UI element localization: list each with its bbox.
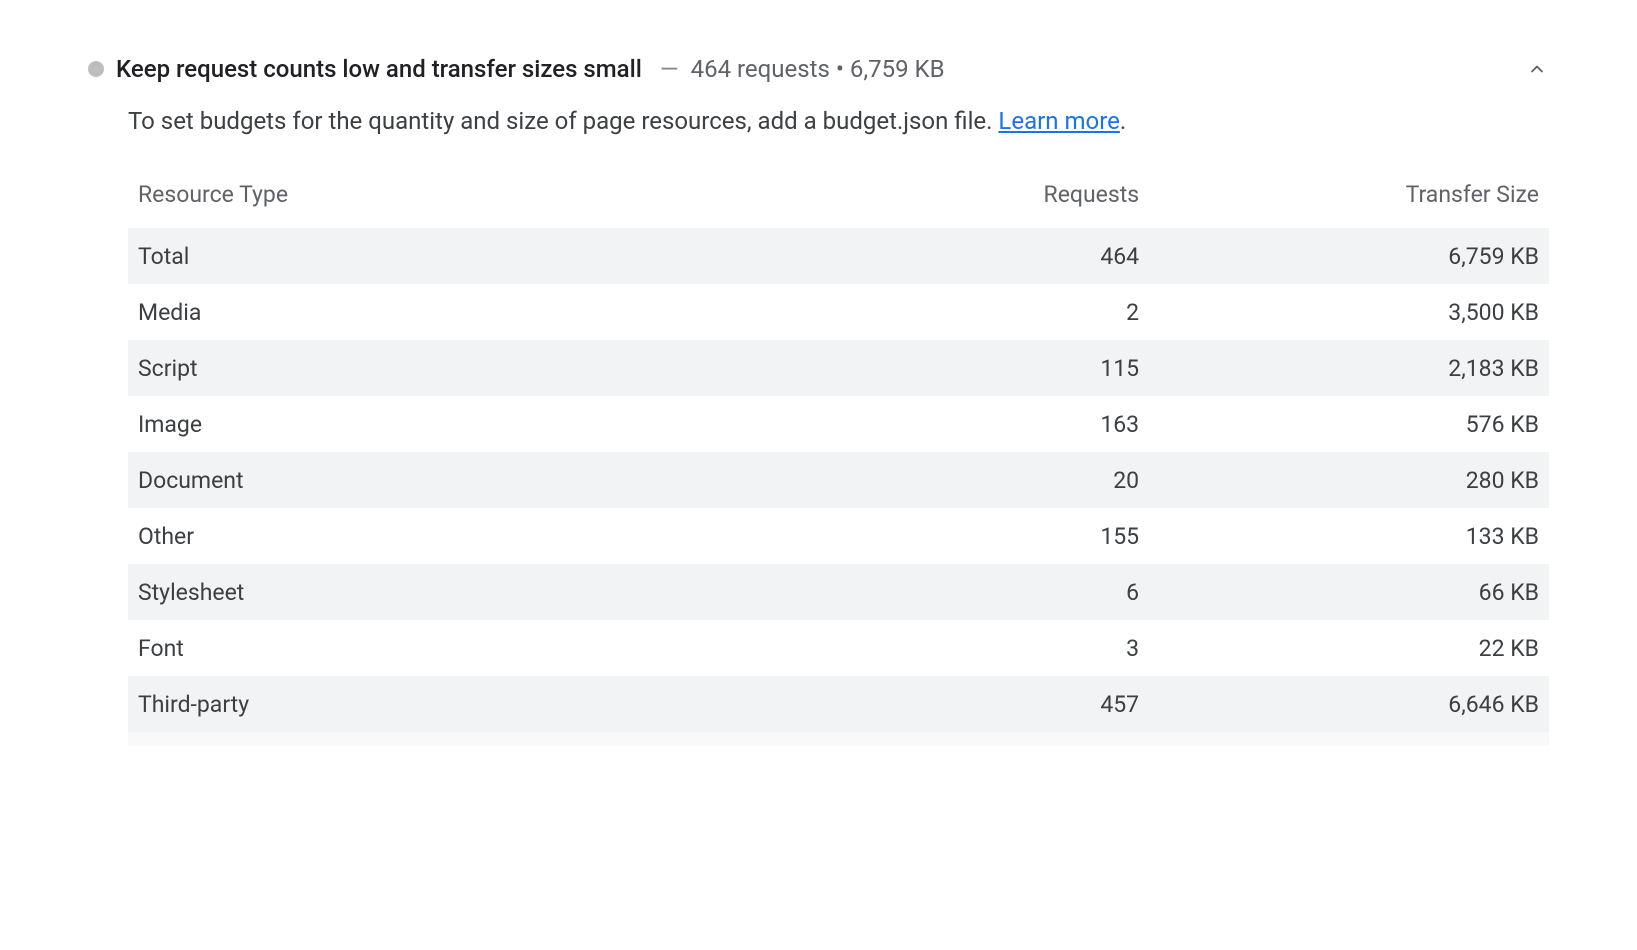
cell-type: Script	[128, 340, 839, 396]
audit-description-suffix: .	[1120, 107, 1126, 135]
cell-requests: 163	[839, 396, 1152, 452]
cell-type: Third-party	[128, 676, 839, 732]
cell-type: Stylesheet	[128, 564, 839, 620]
table-row: Third-party 457 6,646 KB	[128, 676, 1549, 732]
cell-type: Other	[128, 508, 839, 564]
cell-type: Image	[128, 396, 839, 452]
cell-type: Font	[128, 620, 839, 676]
table-row: Media 2 3,500 KB	[128, 284, 1549, 340]
audit-panel: Keep request counts low and transfer siz…	[88, 55, 1549, 746]
cell-size: 3,500 KB	[1151, 284, 1549, 340]
cell-requests: 2	[839, 284, 1152, 340]
col-header-size: Transfer Size	[1151, 167, 1549, 228]
audit-header[interactable]: Keep request counts low and transfer siz…	[88, 55, 1549, 103]
status-dot-icon	[88, 61, 104, 77]
cell-size: 133 KB	[1151, 508, 1549, 564]
cell-size: 66 KB	[1151, 564, 1549, 620]
table-header-row: Resource Type Requests Transfer Size	[128, 167, 1549, 228]
table-row: Font 3 22 KB	[128, 620, 1549, 676]
cell-size: 6,646 KB	[1151, 676, 1549, 732]
cell-type: Media	[128, 284, 839, 340]
cell-size: 576 KB	[1151, 396, 1549, 452]
audit-summary: 464 requests • 6,759 KB	[691, 55, 945, 83]
cell-requests: 464	[839, 228, 1152, 284]
cell-type: Total	[128, 228, 839, 284]
table-row: Document 20 280 KB	[128, 452, 1549, 508]
cell-requests: 3	[839, 620, 1152, 676]
table-row: Stylesheet 6 66 KB	[128, 564, 1549, 620]
audit-description: To set budgets for the quantity and size…	[88, 103, 1549, 167]
col-header-requests: Requests	[839, 167, 1152, 228]
cell-size: 2,183 KB	[1151, 340, 1549, 396]
cell-size: 22 KB	[1151, 620, 1549, 676]
cell-size: 280 KB	[1151, 452, 1549, 508]
resource-table-wrap: Resource Type Requests Transfer Size Tot…	[128, 167, 1549, 746]
cell-requests: 6	[839, 564, 1152, 620]
table-row: Script 115 2,183 KB	[128, 340, 1549, 396]
cell-requests: 20	[839, 452, 1152, 508]
cell-size: 6,759 KB	[1151, 228, 1549, 284]
table-row: Total 464 6,759 KB	[128, 228, 1549, 284]
col-header-type: Resource Type	[128, 167, 839, 228]
table-row: Image 163 576 KB	[128, 396, 1549, 452]
audit-description-text: To set budgets for the quantity and size…	[128, 107, 998, 135]
cell-requests: 155	[839, 508, 1152, 564]
cell-requests: 457	[839, 676, 1152, 732]
resource-table: Resource Type Requests Transfer Size Tot…	[128, 167, 1549, 732]
table-row: Other 155 133 KB	[128, 508, 1549, 564]
chevron-up-icon[interactable]	[1525, 57, 1549, 81]
cell-requests: 115	[839, 340, 1152, 396]
audit-title: Keep request counts low and transfer siz…	[116, 55, 642, 83]
summary-separator: —	[660, 55, 679, 83]
learn-more-link[interactable]: Learn more	[998, 107, 1119, 135]
cell-type: Document	[128, 452, 839, 508]
